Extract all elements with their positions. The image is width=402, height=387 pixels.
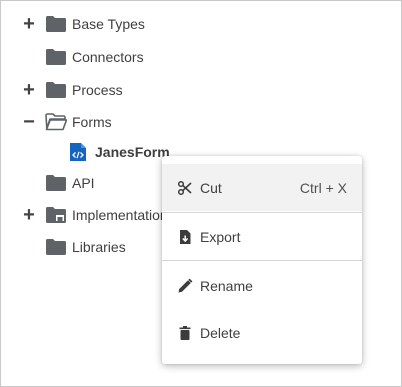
tree-item-label: Forms	[72, 114, 112, 130]
tree-item-label: JanesForm	[95, 144, 170, 160]
folder-open-icon	[45, 113, 67, 131]
tree-item-label: Libraries	[72, 239, 126, 255]
expand-icon[interactable]: +	[21, 205, 37, 225]
menu-item-rename[interactable]: Rename	[162, 262, 362, 309]
menu-item-label: Delete	[200, 324, 241, 341]
tree-item-label: Connectors	[72, 49, 144, 65]
menu-item-label: Cut	[200, 179, 222, 196]
folder-icon	[46, 175, 66, 191]
menu-item-label: Rename	[200, 277, 253, 294]
folder-icon	[46, 16, 66, 32]
scissors-icon	[177, 180, 192, 195]
expand-icon[interactable]: +	[21, 80, 37, 100]
folder-icon	[46, 239, 66, 255]
tree-item-label: API	[72, 175, 95, 191]
context-menu: Cut Ctrl + X Export Rename Delete	[162, 156, 362, 364]
explorer-panel: + Base Types Connectors + Process − Form…	[0, 0, 402, 387]
collapse-icon[interactable]: −	[21, 112, 37, 132]
pencil-icon	[178, 278, 193, 292]
menu-divider	[162, 260, 362, 261]
folder-special-icon	[46, 207, 66, 223]
menu-item-cut[interactable]: Cut Ctrl + X	[162, 164, 362, 211]
menu-item-export[interactable]: Export	[162, 213, 362, 260]
keyboard-shortcut: Ctrl + X	[299, 179, 347, 196]
folder-icon	[46, 82, 66, 98]
menu-item-label: Export	[200, 228, 241, 245]
tree-item-label: Implementations	[72, 207, 175, 223]
expand-icon[interactable]: +	[21, 14, 37, 34]
tree-item-label: Base Types	[72, 16, 145, 32]
trash-icon	[179, 325, 191, 340]
folder-icon	[46, 49, 66, 65]
tree-item-label: Process	[72, 82, 123, 98]
menu-item-delete[interactable]: Delete	[162, 309, 362, 356]
form-file-icon	[70, 143, 86, 161]
export-file-icon	[180, 229, 191, 244]
